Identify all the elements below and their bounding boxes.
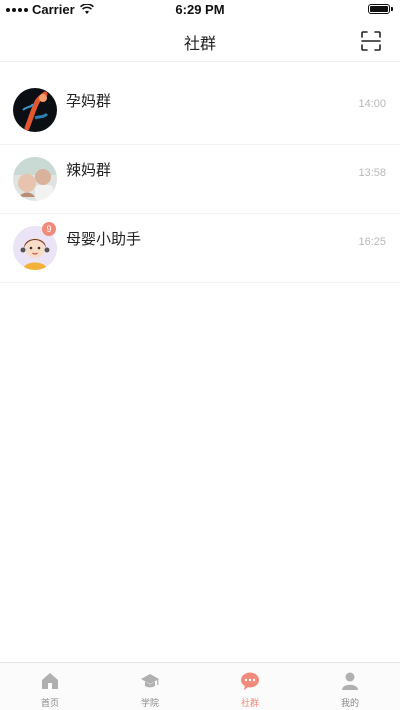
chat-row-hot-moms[interactable]: 辣妈群 13:58 xyxy=(0,145,400,214)
page-title: 社群 xyxy=(183,34,216,53)
scan-icon xyxy=(361,31,381,51)
chat-row-assistant[interactable]: 9 母婴小助手 16:25 xyxy=(0,214,400,283)
tab-academy[interactable]: 学院 xyxy=(100,663,200,710)
tab-label: 我的 xyxy=(340,699,359,709)
status-bar: Carrier 6:29 PM xyxy=(0,0,400,20)
graduation-cap-icon xyxy=(141,674,159,688)
chat-time: 16:25 xyxy=(358,236,386,248)
nav-bar: 社群 xyxy=(0,20,400,62)
tab-bar: 首页 学院 社群 我的 xyxy=(0,662,400,710)
chat-bubble-icon xyxy=(241,672,259,690)
battery-icon xyxy=(368,4,393,14)
home-icon xyxy=(42,673,58,689)
tab-label: 学院 xyxy=(140,699,159,709)
tab-label: 首页 xyxy=(40,699,59,709)
chat-time: 14:00 xyxy=(358,98,386,110)
scan-button[interactable] xyxy=(360,30,382,52)
group-avatar xyxy=(13,157,57,201)
screen: Carrier 6:29 PM 社群 孕妈群 14:00 辣妈群 13:58 9… xyxy=(0,0,400,710)
chat-time: 13:58 xyxy=(358,167,386,179)
status-time: 6:29 PM xyxy=(175,2,225,17)
tab-home[interactable]: 首页 xyxy=(0,663,100,710)
chat-row-pregnant-moms[interactable]: 孕妈群 14:00 xyxy=(0,76,400,145)
tab-community[interactable]: 社群 xyxy=(200,663,300,710)
chat-name: 孕妈群 xyxy=(66,92,112,110)
chat-name: 辣妈群 xyxy=(66,161,112,179)
tab-label: 社群 xyxy=(240,699,259,709)
tab-mine[interactable]: 我的 xyxy=(300,663,400,710)
chat-list: 孕妈群 14:00 辣妈群 13:58 9 母婴小助手 16:25 xyxy=(0,76,400,283)
person-icon xyxy=(342,672,358,690)
chat-name: 母婴小助手 xyxy=(66,230,142,248)
unread-badge: 9 xyxy=(42,222,56,236)
group-avatar xyxy=(13,88,57,132)
